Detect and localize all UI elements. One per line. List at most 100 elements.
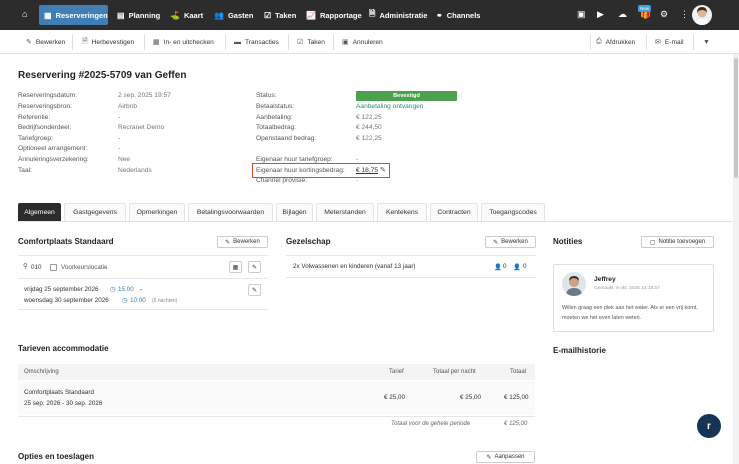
edit-company-button[interactable]: ✎ Bewerken bbox=[485, 236, 536, 248]
edit-pitch-button[interactable]: ✎ Bewerken bbox=[217, 236, 268, 248]
nav-item-rapportage[interactable]: 📈 Rapportage bbox=[301, 5, 367, 25]
departure-date: woensdag 30 september 2026 bbox=[24, 297, 109, 304]
chat-button-label: r bbox=[707, 420, 711, 432]
email-button[interactable]: ✉ E-mail bbox=[649, 30, 690, 54]
cancel-reservation-button[interactable]: ▣ Annuleren bbox=[336, 30, 389, 54]
highlight-box bbox=[252, 163, 390, 178]
column-header: Omschrijving bbox=[24, 369, 59, 375]
nav-item-gasten[interactable]: 👥 Gasten bbox=[209, 5, 258, 25]
divider bbox=[225, 34, 226, 50]
payment-status-link[interactable]: Aanbetaling ontvangen bbox=[356, 103, 423, 110]
note-add-icon: ▢ bbox=[649, 239, 656, 246]
rates-footer-total: € 125,00 bbox=[504, 421, 528, 427]
tab-opmerkingen[interactable]: Opmerkingen bbox=[129, 203, 185, 221]
add-note-button[interactable]: ▢ Notitie toevoegen bbox=[641, 236, 714, 248]
calendar-icon: ▦ bbox=[232, 264, 239, 271]
detail-value: 2 sep. 2025 19:57 bbox=[118, 92, 171, 99]
nav-item-channels[interactable]: ⚭ Channels bbox=[431, 5, 485, 25]
nav-label: Reserveringen bbox=[55, 10, 108, 20]
task-icon: ☑ bbox=[264, 10, 272, 20]
edit-dates-button[interactable]: ✎ bbox=[248, 284, 261, 296]
tab-meterstanden[interactable]: Meterstanden bbox=[316, 203, 374, 221]
note-card: Jeffrey Gemaakt: 9 okt. 2026 14:18:57 Wi… bbox=[553, 264, 714, 332]
cancel-icon: ▣ bbox=[342, 39, 349, 46]
checkin-checkout-button[interactable]: ▦ In- en uitchecken bbox=[147, 30, 220, 54]
divider bbox=[286, 277, 536, 278]
nav-item-planning[interactable]: ▤ Planning bbox=[112, 5, 165, 25]
tab-kentekens[interactable]: Kentekens bbox=[377, 203, 427, 221]
tab-gastgegevens[interactable]: Gastgegevens bbox=[64, 203, 126, 221]
print-button[interactable]: ⎙ Afdrukken bbox=[590, 30, 641, 54]
arrival-time: 15.00 bbox=[118, 286, 134, 293]
company-description: 2x Volwassenen en kinderen (vanaf 13 jaa… bbox=[293, 263, 416, 270]
detail-label: Reserveringsbron: bbox=[18, 103, 72, 110]
action-label: Annuleren bbox=[352, 38, 383, 46]
detail-value: - bbox=[118, 114, 121, 121]
rate-value: € 25,00 bbox=[384, 394, 406, 401]
clock-icon: ◷ bbox=[122, 297, 128, 304]
tasks-button[interactable]: ☑ Taken bbox=[291, 30, 331, 54]
pencil-icon: ✎ bbox=[225, 239, 231, 246]
video-icon[interactable]: ▶ bbox=[597, 9, 604, 20]
reconfirm-button[interactable]: 🗎 Herbevestigen bbox=[76, 30, 140, 54]
pitch-title: Comfortplaats Standaard bbox=[18, 237, 114, 246]
nav-label: Channels bbox=[446, 10, 481, 20]
divider bbox=[18, 309, 268, 310]
cloud-download-icon[interactable]: ☁ bbox=[618, 9, 627, 20]
divider bbox=[333, 34, 334, 50]
owner-rate-group-value: - bbox=[356, 156, 359, 163]
user-icon: 👤 bbox=[513, 264, 521, 271]
edit-button[interactable]: ✎ Bewerken bbox=[20, 30, 71, 54]
company-title: Gezelschap bbox=[286, 237, 331, 246]
tab-algemeen[interactable]: Algemeen bbox=[18, 203, 61, 221]
action-toolbar: ✎ Bewerken 🗎 Herbevestigen ▦ In- en uitchec… bbox=[0, 30, 739, 54]
scrollbar-thumb[interactable] bbox=[734, 58, 738, 178]
more-actions-dropdown[interactable]: ▼ bbox=[697, 30, 716, 54]
rates-table-header: Omschrijving Tarief Totaal per nacht Tot… bbox=[18, 364, 535, 380]
rates-title: Tarieven accommodatie bbox=[18, 344, 109, 353]
divider bbox=[18, 255, 268, 256]
home-icon[interactable]: ⌂ bbox=[22, 9, 27, 19]
gear-icon[interactable]: ⚙ bbox=[660, 9, 668, 20]
detail-label: Status: bbox=[256, 92, 277, 99]
note-created: Gemaakt: 9 okt. 2026 14:18:57 bbox=[594, 286, 660, 291]
pencil-icon: ✎ bbox=[251, 287, 258, 294]
tab-betalingsvoorwaarden[interactable]: Betalingsvoorwaarden bbox=[188, 203, 273, 221]
nav-item-administratie[interactable]: 🗎 Administratie bbox=[364, 5, 432, 25]
adjust-options-button[interactable]: ✎ Aanpassen bbox=[476, 451, 535, 463]
rate-total: € 125,00 bbox=[504, 394, 529, 401]
transactions-button[interactable]: ▬ Transacties bbox=[228, 30, 285, 54]
task-icon: ☑ bbox=[297, 39, 304, 46]
nav-label: Gasten bbox=[227, 10, 254, 20]
edit-location-button[interactable]: ✎ bbox=[248, 261, 261, 273]
envelope-icon: ✉ bbox=[655, 39, 661, 46]
pencil-icon: ✎ bbox=[486, 454, 492, 461]
note-text: Willen graag een plek aan het water. Als… bbox=[562, 305, 698, 321]
preference-checkbox[interactable] bbox=[50, 264, 57, 271]
more-vertical-icon[interactable]: ⋮ bbox=[680, 9, 689, 20]
detail-value: - bbox=[118, 145, 121, 152]
nav-label: Taken bbox=[275, 10, 297, 20]
calendar-button[interactable]: ▦ bbox=[229, 261, 242, 273]
page-scrollbar[interactable] bbox=[733, 54, 739, 464]
nav-item-reserveringen[interactable]: ▦ Reserveringen bbox=[39, 5, 108, 25]
column-header: Totaal bbox=[510, 369, 527, 375]
detail-label: Taal: bbox=[18, 167, 32, 174]
nav-label: Rapportage bbox=[319, 10, 362, 20]
nav-item-kaart[interactable]: ⛳ Kaart bbox=[165, 5, 208, 25]
detail-label: Betaalstatus: bbox=[256, 103, 295, 110]
pencil-icon: ✎ bbox=[26, 39, 32, 46]
detail-value: - bbox=[118, 135, 121, 142]
tab-contracten[interactable]: Contracten bbox=[430, 203, 478, 221]
adults-count: 0 bbox=[503, 263, 507, 270]
chat-button[interactable]: r bbox=[697, 414, 721, 438]
grid-icon: ▤ bbox=[117, 10, 125, 20]
action-label: In- en uitchecken bbox=[163, 38, 214, 46]
divider bbox=[18, 278, 268, 279]
user-avatar[interactable] bbox=[692, 5, 712, 25]
tab-toegangscodes[interactable]: Toegangscodes bbox=[481, 203, 545, 221]
file-icon[interactable]: ▣ bbox=[577, 9, 586, 20]
nav-item-taken[interactable]: ☑ Taken bbox=[259, 5, 301, 25]
tab-bijlagen[interactable]: Bijlagen bbox=[276, 203, 313, 221]
nav-label: Planning bbox=[128, 10, 161, 20]
